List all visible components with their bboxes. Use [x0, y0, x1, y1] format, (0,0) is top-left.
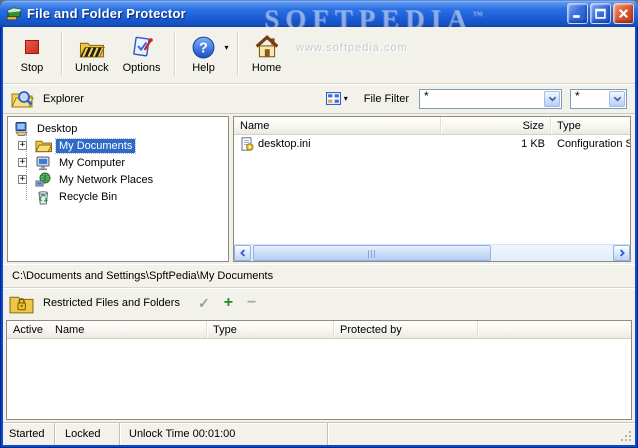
scroll-left-button[interactable]	[234, 245, 251, 261]
chevron-left-icon	[239, 249, 245, 257]
add-item-icon[interactable]: +	[224, 295, 233, 311]
app-window: SOFTPEDIA™ www.softpedia.com File and Fo…	[0, 0, 638, 448]
column-header-name[interactable]: Name	[49, 321, 207, 338]
chevron-down-icon: ▾	[343, 94, 348, 103]
file-row-desktop-ini[interactable]: desktop.ini 1 KB Configuration Settings	[234, 135, 630, 152]
extension-filter-combo[interactable]: *	[570, 88, 627, 109]
scrollbar-thumb[interactable]	[253, 245, 491, 261]
file-size: 1 KB	[521, 137, 545, 150]
home-icon	[254, 34, 280, 60]
main-area: Desktop + My Documents + My Computer + M…	[3, 114, 635, 264]
minimize-button[interactable]	[567, 3, 588, 24]
tree-item-my-computer[interactable]: + My Computer	[8, 154, 228, 171]
explorer-folder-search-icon	[9, 88, 35, 110]
column-header-active[interactable]: Active	[7, 321, 49, 338]
horizontal-scrollbar[interactable]	[234, 244, 630, 261]
restricted-table: Active Name Type Protected by	[6, 320, 632, 420]
scroll-right-button[interactable]	[613, 245, 630, 261]
window-body: Stop Unlock Options ? Help ▾ Home Explor…	[3, 27, 635, 445]
help-icon: ?	[191, 34, 216, 60]
tree-item-desktop[interactable]: Desktop	[8, 120, 228, 137]
combo-dropdown-button[interactable]	[544, 90, 560, 107]
restricted-actions: ✓ + −	[198, 295, 256, 311]
chevron-down-icon	[613, 96, 621, 101]
resize-grip[interactable]	[620, 430, 633, 443]
network-places-icon	[35, 172, 52, 188]
remove-item-icon[interactable]: −	[247, 295, 256, 311]
status-unlock-time: Unlock Time 00:01:00	[120, 423, 328, 445]
status-bar: Started Locked Unlock Time 00:01:00	[3, 422, 635, 445]
options-button[interactable]: Options	[116, 30, 168, 78]
unlock-icon	[78, 34, 106, 60]
svg-text:?: ?	[199, 40, 208, 56]
explorer-bar: Explorer ▾ File Filter * *	[3, 84, 635, 114]
current-path-bar: C:\Documents and Settings\SpftPedia\My D…	[3, 264, 635, 288]
file-filter-label: File Filter	[363, 92, 409, 105]
column-header-size[interactable]: Size	[441, 117, 551, 134]
recycle-bin-icon	[35, 189, 52, 205]
views-button[interactable]: ▾	[322, 89, 352, 108]
stop-icon	[25, 34, 39, 60]
window-title: File and Folder Protector	[27, 6, 186, 21]
help-button[interactable]: ? Help	[181, 30, 227, 78]
restricted-table-area: Active Name Type Protected by	[3, 318, 635, 422]
column-header-name[interactable]: Name	[234, 117, 441, 134]
views-grid-icon	[325, 92, 341, 105]
locked-folder-icon	[9, 293, 34, 314]
column-header-type[interactable]: Type	[551, 117, 630, 134]
tree-item-recycle-bin[interactable]: Recycle Bin	[8, 188, 228, 205]
my-computer-icon	[35, 155, 52, 171]
ini-file-icon	[240, 136, 254, 151]
chevron-down-icon: ▾	[224, 42, 229, 52]
titlebar[interactable]: File and Folder Protector	[0, 0, 638, 27]
main-toolbar: Stop Unlock Options ? Help ▾ Home	[3, 27, 635, 84]
home-button[interactable]: Home	[244, 30, 290, 78]
current-path: C:\Documents and Settings\SpftPedia\My D…	[12, 270, 274, 282]
tree-item-my-network-places[interactable]: + My Network Places	[8, 171, 228, 188]
tree-expand-button[interactable]: +	[18, 141, 27, 150]
desktop-icon	[13, 121, 30, 137]
help-dropdown-button[interactable]: ▾	[225, 43, 229, 52]
close-icon	[618, 8, 629, 19]
folder-tree: Desktop + My Documents + My Computer + M…	[8, 120, 228, 205]
maximize-button[interactable]	[590, 3, 611, 24]
window-controls	[567, 3, 634, 24]
restricted-bar: Restricted Files and Folders ✓ + −	[3, 288, 635, 318]
minimize-icon	[573, 15, 580, 18]
file-filter-combo[interactable]: *	[419, 88, 562, 109]
tree-expand-button[interactable]: +	[18, 158, 27, 167]
unlock-button[interactable]: Unlock	[68, 30, 116, 78]
status-started: Started	[3, 423, 55, 445]
filter-group: ▾ File Filter * *	[322, 88, 627, 109]
file-type: Configuration Settings	[557, 137, 630, 150]
toolbar-separator	[173, 32, 175, 76]
toolbar-separator	[61, 32, 62, 76]
status-empty-panel	[328, 423, 635, 445]
combo-dropdown-button[interactable]	[609, 90, 625, 107]
folder-tree-panel: Desktop + My Documents + My Computer + M…	[7, 116, 229, 262]
stop-button[interactable]: Stop	[9, 30, 55, 78]
chevron-down-icon	[548, 96, 556, 101]
status-locked: Locked	[55, 423, 120, 445]
file-name: desktop.ini	[258, 137, 311, 150]
column-header-protected-by[interactable]: Protected by	[334, 321, 478, 338]
maximize-icon	[595, 8, 606, 19]
explorer-bar-title: Explorer	[43, 92, 84, 105]
chevron-right-icon	[619, 249, 625, 257]
close-button[interactable]	[613, 3, 634, 24]
toolbar-separator	[236, 32, 238, 76]
file-list-header: Name Size Type	[234, 117, 630, 135]
file-list-panel: Name Size Type desktop.ini 1 KB Configur…	[233, 116, 631, 262]
column-header-type[interactable]: Type	[207, 321, 334, 338]
app-icon	[6, 5, 23, 22]
apply-check-icon[interactable]: ✓	[198, 296, 210, 310]
restricted-table-header: Active Name Type Protected by	[7, 321, 631, 339]
tree-item-my-documents[interactable]: + My Documents	[8, 137, 228, 154]
options-icon	[130, 34, 154, 60]
column-header-filler	[478, 321, 631, 338]
my-documents-icon	[35, 138, 53, 154]
restricted-title: Restricted Files and Folders	[43, 297, 180, 309]
tree-expand-button[interactable]: +	[18, 175, 27, 184]
